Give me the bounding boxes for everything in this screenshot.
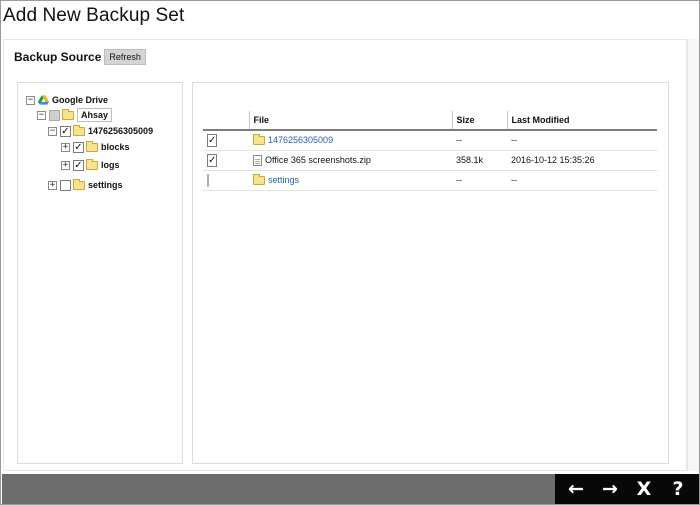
file-modified: 2016-10-12 15:35:26 [507,150,657,171]
file-cell: 1476256305009 [253,133,448,145]
section-header: Backup Source Refresh [14,49,146,65]
file-table: File Size Last Modified ✓ 1476256305009 … [203,111,657,191]
back-arrow-icon[interactable]: ← [563,474,589,504]
wizard-nav: ← → X ? [555,474,699,504]
row-checkbox[interactable]: ✓ [207,153,218,167]
next-arrow-icon[interactable]: → [597,474,623,504]
tree-node-logs[interactable]: + ✓ logs [61,158,120,172]
bottom-bar: ← → X ? [2,474,699,504]
tree-node-label: 1476256305009 [88,126,154,136]
column-header-modified[interactable]: Last Modified [506,111,657,131]
folder-icon [253,133,265,145]
folder-icon [73,178,85,190]
tree-checkbox[interactable]: ✓ [73,141,84,153]
source-tree: − Google Drive − Ahsay − ✓ 1476256305009… [17,82,183,464]
file-size: -- [452,130,507,151]
table-row[interactable]: ✓ Office 365 screenshots.zip 358.1k 2016… [203,150,657,171]
file-modified: -- [507,130,657,151]
tree-node-label: blocks [101,142,130,152]
file-name: Office 365 screenshots.zip [265,155,371,165]
collapse-icon[interactable]: − [26,95,35,105]
table-row[interactable]: ✓ 1476256305009 -- -- [203,130,657,151]
folder-icon [253,173,265,185]
folder-icon [73,124,85,136]
file-modified: -- [507,170,657,191]
tree-node-label: Google Drive [52,95,109,105]
row-checkbox[interactable] [207,173,209,187]
folder-icon [62,108,74,120]
vertical-scrollbar[interactable] [687,39,699,471]
tree-node-ahsay[interactable]: − Ahsay [37,108,113,122]
expand-icon[interactable]: + [61,160,70,170]
file-name-link[interactable]: settings [268,175,299,185]
document-icon [253,154,262,166]
tree-checkbox[interactable] [49,109,60,121]
google-drive-icon [38,95,49,105]
tree-node-blocks[interactable]: + ✓ blocks [61,140,130,154]
file-name-link[interactable]: 1476256305009 [268,135,333,145]
close-icon[interactable]: X [631,474,657,504]
tree-node-1476256305009[interactable]: − ✓ 1476256305009 [48,124,153,138]
help-icon[interactable]: ? [665,474,691,504]
file-size: -- [452,170,507,191]
tree-checkbox[interactable]: ✓ [60,125,71,137]
column-header-select [203,111,249,131]
window-title: Add New Backup Set [3,5,185,26]
table-row[interactable]: settings -- -- [203,170,657,191]
tree-node-settings[interactable]: + settings [48,178,123,192]
table-header-row: File Size Last Modified [203,111,657,131]
section-title: Backup Source [14,50,102,64]
column-header-size[interactable]: Size [451,111,507,131]
file-cell: settings [253,173,448,185]
row-checkbox[interactable]: ✓ [207,133,218,147]
file-cell: Office 365 screenshots.zip [253,154,448,166]
file-list: File Size Last Modified ✓ 1476256305009 … [192,82,669,464]
expand-icon[interactable]: + [61,142,70,152]
collapse-icon[interactable]: − [37,110,46,120]
expand-icon[interactable]: + [48,180,57,190]
tree-checkbox[interactable]: ✓ [73,159,84,171]
collapse-icon[interactable]: − [48,126,57,136]
refresh-button[interactable]: Refresh [104,49,146,65]
tree-node-label: logs [101,160,120,170]
folder-icon [86,140,98,152]
tree-node-google-drive[interactable]: − Google Drive [26,93,108,107]
tree-checkbox[interactable] [60,179,71,191]
file-size: 358.1k [452,150,507,171]
column-header-file[interactable]: File [248,111,452,131]
folder-icon [86,158,98,170]
tree-node-label: settings [88,180,123,190]
tree-node-label: Ahsay [77,108,113,122]
main-panel: Backup Source Refresh − Google Drive − A… [3,39,687,471]
